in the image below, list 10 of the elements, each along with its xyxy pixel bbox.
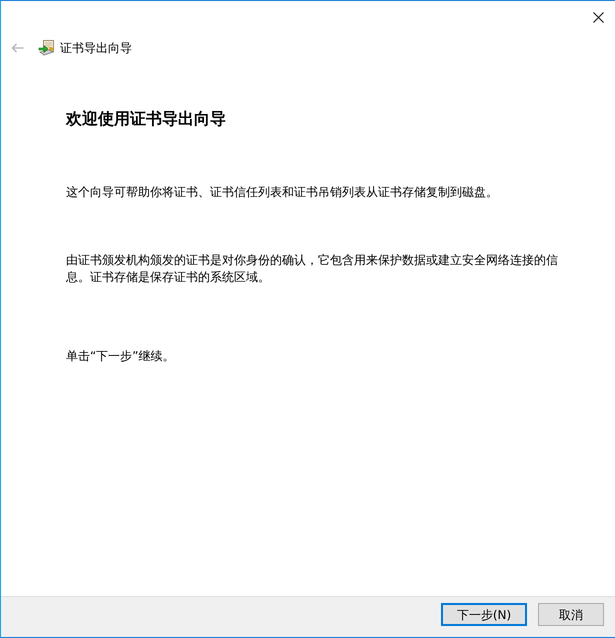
next-button[interactable]: 下一步(N) xyxy=(441,603,527,626)
wizard-heading: 欢迎使用证书导出向导 xyxy=(66,108,226,130)
description-text: 由证书颁发机构颁发的证书是对你身份的确认，它包含用来保护数据或建立安全网络连接的信息。证书存储是保存证书的系统区域。 xyxy=(66,252,559,286)
cancel-button[interactable]: 取消 xyxy=(538,603,604,626)
close-icon xyxy=(592,12,604,22)
description-text: 单击“下一步”继续。 xyxy=(66,348,176,365)
back-arrow-icon xyxy=(10,43,24,53)
window-title: 证书导出向导 xyxy=(60,40,132,56)
certificate-icon xyxy=(38,40,55,56)
description-text: 这个向导可帮助你将证书、证书信任列表和证书吊销列表从证书存储复制到磁盘。 xyxy=(66,184,499,201)
